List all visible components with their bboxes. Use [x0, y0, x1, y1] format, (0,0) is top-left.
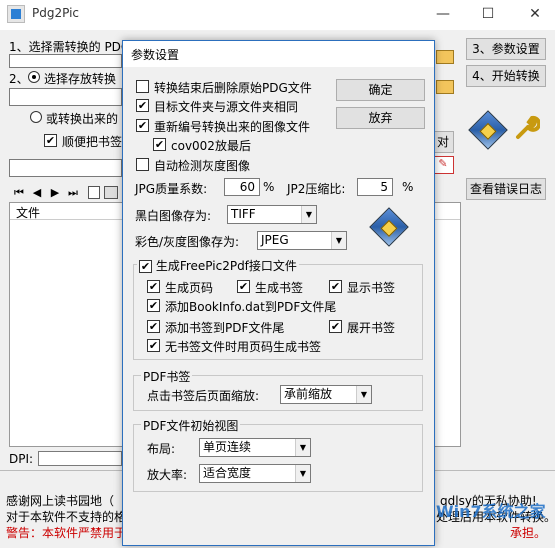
zoom-value: 承前缩放: [284, 387, 333, 401]
wrench-icon: [516, 115, 540, 139]
bookmark-path-input[interactable]: [9, 159, 122, 177]
no-bm-file-checkbox[interactable]: ✔: [147, 339, 160, 352]
scale-label: 放大率:: [147, 468, 188, 482]
start-convert-button[interactable]: 4、开始转换: [466, 65, 546, 87]
freepic-group-label: 生成FreePic2Pdf接口文件: [155, 259, 297, 273]
renumber-checkbox[interactable]: ✔: [136, 119, 149, 132]
view-error-log-button[interactable]: 查看错误日志: [466, 178, 546, 200]
bookmark-checkbox[interactable]: ✔: [44, 134, 57, 147]
delete-pdg-checkbox[interactable]: [136, 80, 149, 93]
gen-bookmarks-checkbox[interactable]: ✔: [237, 280, 250, 293]
renumber-label: 重新编号转换出来的图像文件: [154, 120, 311, 134]
jp2-ratio-label: JP2压缩比:: [287, 182, 346, 196]
color-format-select[interactable]: JPEG ▼: [257, 231, 347, 250]
bw-format-select[interactable]: TIFF ▼: [227, 205, 317, 224]
credits-line: 感谢网上读书园地（: [6, 494, 115, 508]
add-bm-tail-label: 添加书签到PDF文件尾: [165, 321, 285, 335]
delete-pdg-label: 转换结束后删除原始PDG文件: [154, 81, 312, 95]
dialog-title-bar: 参数设置: [123, 41, 434, 67]
scale-value: 适合宽度: [203, 466, 252, 480]
pdf-bookmark-group-label: PDF书签: [141, 368, 193, 385]
confirm-small-button[interactable]: 对: [432, 131, 454, 153]
close-button[interactable]: ✕: [525, 4, 545, 24]
cov002-checkbox[interactable]: ✔: [153, 138, 166, 151]
first-page-icon[interactable]: ⏮: [12, 186, 26, 200]
scale-select[interactable]: 适合宽度 ▼: [199, 464, 311, 483]
view-icon[interactable]: [104, 186, 118, 199]
freepic-checkbox[interactable]: ✔: [139, 260, 152, 273]
maximize-button[interactable]: ☐: [478, 4, 498, 24]
bw-format-value: TIFF: [231, 207, 256, 221]
target-folder-input[interactable]: [9, 88, 122, 106]
ok-button[interactable]: 确定: [336, 79, 425, 101]
chevron-down-icon: ▼: [295, 465, 310, 482]
dpi-field: [38, 451, 122, 466]
cancel-button[interactable]: 放弃: [336, 107, 425, 129]
last-page-icon[interactable]: ⏭: [66, 186, 80, 200]
no-bm-file-label: 无书签文件时用页码生成书签: [165, 340, 322, 354]
dpi-label: DPI:: [9, 452, 34, 466]
dialog-title: 参数设置: [131, 48, 180, 62]
pdf-view-group-label: PDF文件初始视图: [141, 417, 241, 434]
folder-icon[interactable]: [436, 80, 454, 94]
param-settings-dialog: 参数设置 转换结束后删除原始PDG文件 ✔ 目标文件夹与源文件夹相同 ✔ 重新编…: [122, 40, 435, 546]
gen-bookmarks-label: 生成书签: [255, 281, 304, 295]
prev-page-icon[interactable]: ◀: [30, 186, 44, 199]
show-bookmarks-checkbox[interactable]: ✔: [329, 280, 342, 293]
auto-gray-checkbox[interactable]: [136, 158, 149, 171]
list-header-file: 文件: [16, 206, 41, 220]
title-bar: Pdg2Pic — ☐ ✕: [0, 0, 555, 30]
cov002-label: cov002放最后: [171, 139, 251, 153]
gen-pages-checkbox[interactable]: ✔: [147, 280, 160, 293]
same-folder-label: 目标文件夹与源文件夹相同: [154, 100, 299, 114]
target-folder-radio-label: 选择存放转换: [44, 72, 117, 86]
doc-icon[interactable]: [88, 186, 100, 199]
settings-gear-icon: [468, 110, 508, 150]
window-title: Pdg2Pic: [32, 6, 80, 20]
jpg-quality-label: JPG质量系数:: [135, 182, 208, 196]
minimize-button[interactable]: —: [433, 4, 453, 24]
folder-icon[interactable]: [436, 50, 454, 64]
chevron-down-icon: ▼: [356, 386, 371, 403]
zoom-label: 点击书签后页面缩放:: [147, 389, 260, 403]
add-bookinfo-checkbox[interactable]: ✔: [147, 299, 160, 312]
show-bookmarks-label: 显示书签: [347, 281, 396, 295]
color-format-value: JPEG: [261, 233, 289, 247]
gen-pages-label: 生成页码: [165, 281, 214, 295]
jp2-percent: %: [402, 180, 414, 194]
app-icon: [7, 5, 25, 23]
auto-gray-label: 自动检测灰度图像: [154, 159, 251, 173]
chevron-down-icon: ▼: [331, 232, 346, 249]
expand-bookmarks-label: 展开书签: [347, 321, 396, 335]
layout-value: 单页连续: [203, 440, 252, 454]
same-folder-checkbox[interactable]: ✔: [136, 99, 149, 112]
chevron-down-icon: ▼: [301, 206, 316, 223]
add-bookinfo-label: 添加BookInfo.dat到PDF文件尾: [165, 300, 337, 314]
step2-prefix: 2、: [9, 72, 29, 86]
jpg-percent: %: [263, 180, 275, 194]
zoom-select[interactable]: 承前缩放 ▼: [280, 385, 372, 404]
add-bm-tail-checkbox[interactable]: ✔: [147, 320, 160, 333]
chevron-down-icon: ▼: [295, 439, 310, 456]
alt-output-radio[interactable]: [30, 111, 42, 123]
jpg-quality-input[interactable]: 60: [224, 178, 260, 196]
next-page-icon[interactable]: ▶: [48, 186, 62, 199]
bw-format-label: 黑白图像存为:: [135, 209, 212, 223]
watermark-logo: Win7系统之家: [436, 502, 546, 521]
layout-label: 布局:: [147, 442, 176, 456]
source-folder-input[interactable]: [9, 54, 122, 68]
color-format-label: 彩色/灰度图像存为:: [135, 235, 240, 249]
alt-output-radio-label: 或转换出来的: [46, 112, 119, 126]
layout-select[interactable]: 单页连续 ▼: [199, 438, 311, 457]
pdf-export-icon[interactable]: ✎: [432, 156, 454, 174]
jp2-ratio-input[interactable]: 5: [357, 178, 393, 196]
bookmark-checkbox-label: 顺便把书签: [62, 135, 123, 149]
expand-bookmarks-checkbox[interactable]: ✔: [329, 320, 342, 333]
freepic-group-header: ✔ 生成FreePic2Pdf接口文件: [137, 257, 299, 274]
settings-gear-icon: [369, 207, 409, 247]
param-settings-button[interactable]: 3、参数设置: [466, 38, 546, 60]
warning-line-end: 承担。: [510, 526, 547, 540]
target-folder-radio[interactable]: [28, 71, 40, 83]
